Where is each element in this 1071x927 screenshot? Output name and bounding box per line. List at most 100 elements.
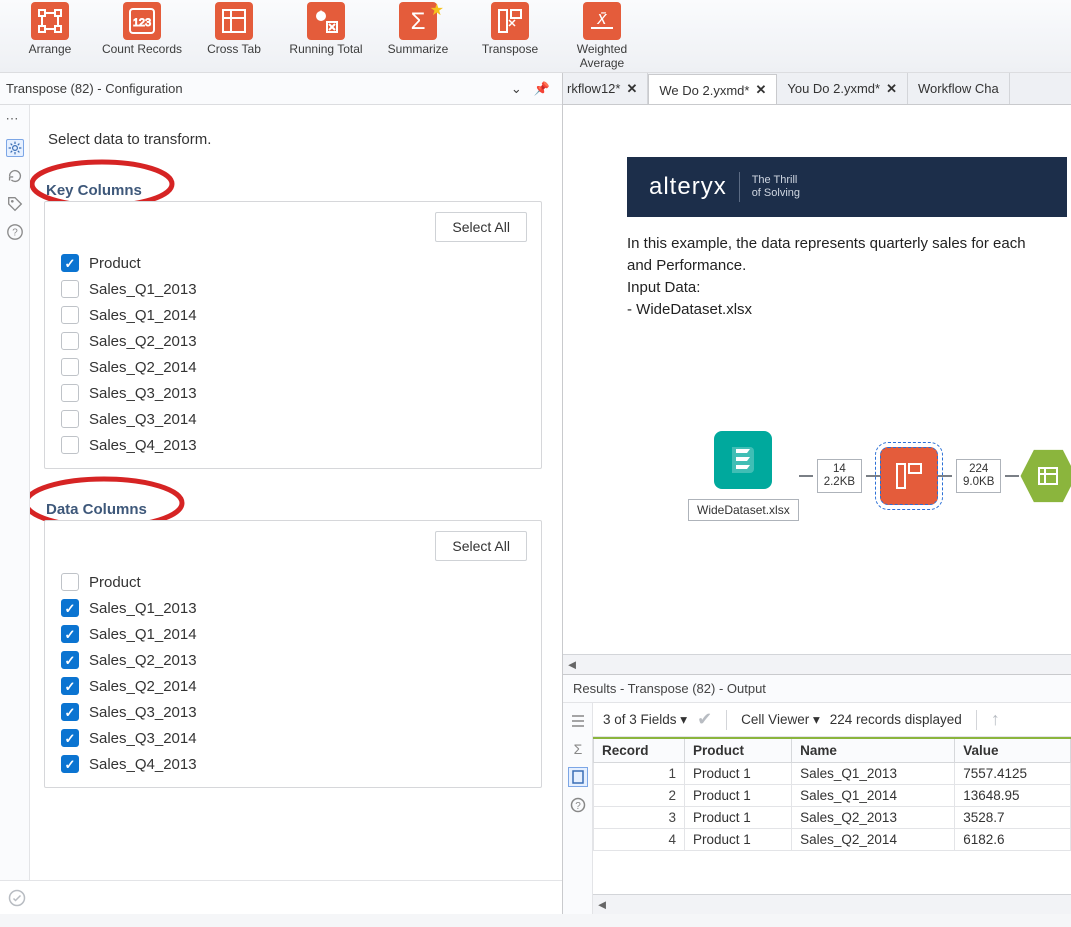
collapse-chevron-icon[interactable]: ⌄ [505,77,528,101]
col-value[interactable]: Value [955,738,1071,763]
key-columns-list[interactable]: ProductSales_Q1_2013 Sales_Q1_2014 Sales_Q… [45,250,541,458]
results-rows-icon[interactable] [568,711,588,731]
input-tool-node[interactable] [714,431,772,489]
list-item[interactable]: Sales_Q4_2013 [61,432,525,458]
results-table[interactable]: Record Product Name Value 1Product 1Sale… [593,737,1071,851]
ribbon-weighted-average[interactable]: x̄ Weighted Average [556,2,648,70]
results-title: Results - Transpose (82) - Output [563,675,1071,703]
list-item-label: Sales_Q1_2014 [89,307,197,324]
checkbox[interactable] [61,599,79,617]
checkbox[interactable] [61,436,79,454]
apply-check-icon[interactable]: ✔ [697,709,712,730]
fields-dropdown[interactable]: 3 of 3 Fields ▾ [603,712,687,728]
list-item[interactable]: Sales_Q2_2013 [61,328,525,354]
cell-viewer-dropdown[interactable]: Cell Viewer ▾ [741,712,820,728]
checkbox[interactable] [61,755,79,773]
alteryx-logo-text: alteryx [649,173,727,201]
data-columns-box: Select All ProductSales_Q1_2013 Sales_Q1_… [44,520,542,788]
checkbox[interactable] [61,254,79,272]
checkbox[interactable] [61,729,79,747]
checkbox[interactable] [61,358,79,376]
col-record[interactable]: Record [594,738,685,763]
data-columns-list[interactable]: ProductSales_Q1_2013 Sales_Q1_2014 Sales_Q… [45,569,541,777]
ribbon-transpose[interactable]: Transpose [464,2,556,70]
list-item[interactable]: Sales_Q3_2014 [61,725,525,751]
list-item[interactable]: Product [61,569,525,595]
col-product[interactable]: Product [684,738,791,763]
tab-close-icon[interactable]: ✕ [626,81,637,97]
workflow-canvas[interactable]: alteryx The Thrillof Solving In this exa… [563,105,1071,654]
list-item[interactable]: Sales_Q2_2014 [61,673,525,699]
list-item[interactable]: Sales_Q3_2013 [61,380,525,406]
list-item[interactable]: Sales_Q1_2014 [61,621,525,647]
tab-workflow-cha[interactable]: Workflow Cha [908,73,1010,104]
results-h-scrollbar[interactable]: ◄ [593,894,1071,914]
cell-value: 6182.6 [955,829,1071,851]
scroll-left-icon[interactable]: ◄ [593,897,611,912]
checkbox[interactable] [61,332,79,350]
checkbox[interactable] [61,651,79,669]
checkbox[interactable] [61,280,79,298]
table-row[interactable]: 3Product 1Sales_Q2_20133528.7 [594,807,1071,829]
config-menu-icon[interactable]: ⋯ [6,111,24,129]
pin-icon[interactable]: 📌 [528,77,556,101]
transpose-tool-node[interactable] [880,447,938,505]
ribbon-cross-tab[interactable]: Cross Tab [188,2,280,70]
list-item[interactable]: Sales_Q1_2014 [61,302,525,328]
list-item-label: Sales_Q2_2013 [89,333,197,350]
data-select-all-button[interactable]: Select All [435,531,527,561]
list-item-label: Sales_Q1_2014 [89,626,197,643]
ribbon-running-total[interactable]: Running Total [280,2,372,70]
list-item-label: Sales_Q2_2014 [89,359,197,376]
browse-tool-node[interactable] [1019,447,1071,505]
list-item[interactable]: Sales_Q2_2013 [61,647,525,673]
ribbon-arrange[interactable]: Arrange [4,2,96,70]
list-item[interactable]: Sales_Q3_2014 [61,406,525,432]
col-name[interactable]: Name [792,738,955,763]
checkbox[interactable] [61,306,79,324]
table-row[interactable]: 2Product 1Sales_Q1_201413648.95 [594,785,1071,807]
checkbox[interactable] [61,625,79,643]
ribbon-count-records[interactable]: 123 Count Records [96,2,188,70]
document-tabs[interactable]: rkflow12* ✕ We Do 2.yxmd* ✕ You Do 2.yxm… [563,73,1071,105]
results-page-icon[interactable] [568,767,588,787]
tag-icon[interactable] [6,195,24,213]
tab-we-do-2[interactable]: We Do 2.yxmd* ✕ [648,74,777,105]
ribbon-summarize[interactable]: ★ Σ Summarize [372,2,464,70]
results-sigma-icon[interactable]: Σ [568,739,588,759]
results-sidebar: Σ ? [563,703,593,914]
key-columns-title: Key Columns [46,182,542,199]
checkbox[interactable] [61,573,79,591]
table-row[interactable]: 4Product 1Sales_Q2_20146182.6 [594,829,1071,851]
input-node-label: WideDataset.xlsx [688,499,799,521]
tab-workflow12[interactable]: rkflow12* ✕ [563,73,648,104]
results-help-icon[interactable]: ? [568,795,588,815]
gear-icon[interactable] [6,139,24,157]
checkbox[interactable] [61,410,79,428]
list-item[interactable]: Sales_Q2_2014 [61,354,525,380]
export-up-icon[interactable]: ↑ [991,709,1000,730]
alteryx-tagline: The Thrillof Solving [752,174,800,200]
key-select-all-button[interactable]: Select All [435,212,527,242]
list-item[interactable]: Sales_Q3_2013 [61,699,525,725]
list-item-label: Sales_Q3_2014 [89,411,197,428]
checkbox[interactable] [61,384,79,402]
list-item[interactable]: Sales_Q1_2013 [61,276,525,302]
tab-close-icon[interactable]: ✕ [886,81,897,97]
canvas-h-scrollbar[interactable]: ◄ [563,654,1071,674]
ribbon-label: Weighted Average [558,42,646,70]
table-row[interactable]: 1Product 1Sales_Q1_20137557.4125 [594,763,1071,785]
configuration-pane: Transpose (82) - Configuration ⌄ 📌 ⋯ ? S… [0,73,563,914]
refresh-icon[interactable] [6,167,24,185]
list-item[interactable]: Product [61,250,525,276]
checkbox[interactable] [61,703,79,721]
checkbox[interactable] [61,677,79,695]
ribbon-label: Count Records [98,42,186,56]
list-item[interactable]: Sales_Q1_2013 [61,595,525,621]
list-item[interactable]: Sales_Q4_2013 [61,751,525,777]
help-icon[interactable]: ? [6,223,24,241]
results-pane: Results - Transpose (82) - Output Σ ? 3 … [563,674,1071,914]
tab-close-icon[interactable]: ✕ [755,82,766,98]
scroll-left-icon[interactable]: ◄ [563,657,581,672]
tab-you-do-2[interactable]: You Do 2.yxmd* ✕ [777,73,908,104]
